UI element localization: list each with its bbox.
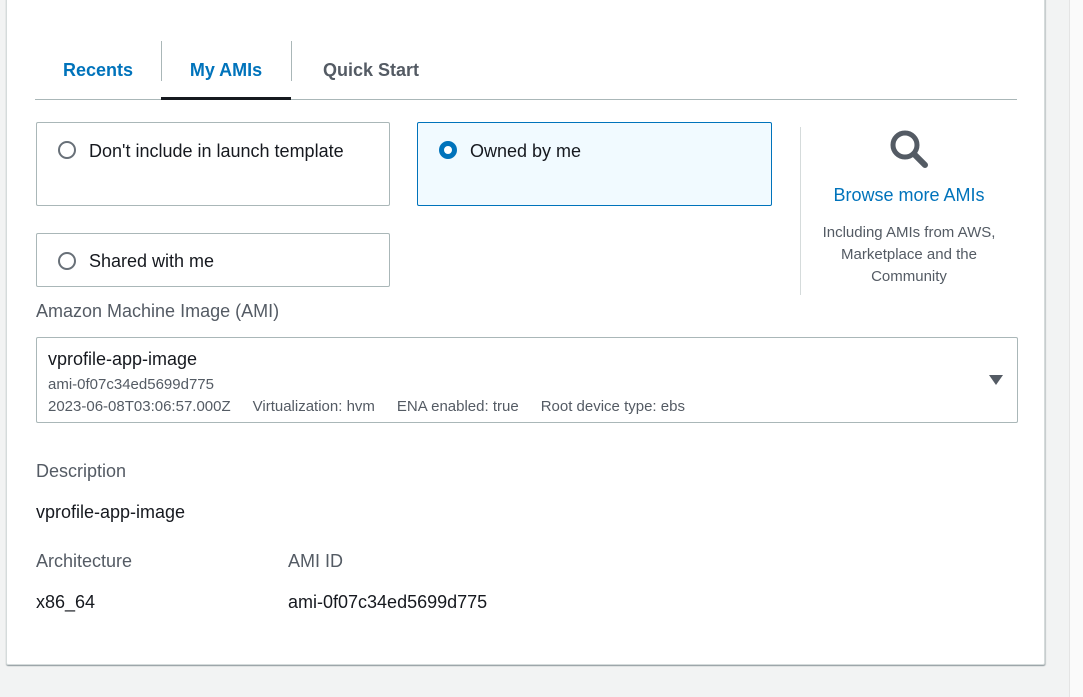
radio-label-shared-with-me: Shared with me bbox=[89, 251, 215, 271]
active-tab-indicator bbox=[161, 97, 291, 100]
browse-more-description: Including AMIs from AWS, Marketplace and… bbox=[822, 224, 996, 285]
ami-tabs: Recents My AMIs Quick Start bbox=[35, 41, 1017, 100]
browse-more-amis-section: Browse more AMIs Including AMIs from AWS… bbox=[807, 127, 1011, 288]
ami-selection-panel: Recents My AMIs Quick Start Don't includ… bbox=[6, 0, 1045, 665]
ami-id: ami-0f07c34ed5699d775 bbox=[48, 376, 214, 393]
architecture-value: x86_64 bbox=[36, 592, 96, 612]
radio-button-checked[interactable] bbox=[439, 141, 457, 159]
ami-field-label: Amazon Machine Image (AMI) bbox=[36, 301, 280, 321]
radio-label-dont-include: Don't include in launch template bbox=[89, 141, 344, 161]
ami-ena: ENA enabled: true bbox=[396, 398, 519, 415]
search-icon bbox=[890, 130, 928, 168]
caret-down-icon[interactable] bbox=[989, 375, 1003, 385]
ami-id-value: ami-0f07c34ed5699d775 bbox=[288, 592, 488, 612]
radio-tile-dont-include[interactable]: Don't include in launch template bbox=[36, 122, 390, 206]
ami-select-dropdown[interactable]: vprofile-app-image ami-0f07c34ed5699d775… bbox=[36, 337, 1018, 423]
architecture-label: Architecture bbox=[36, 551, 133, 571]
page-scrollbar[interactable] bbox=[1069, 0, 1083, 697]
ami-metadata: 2023-06-08T03:06:57.000Z Virtualization:… bbox=[48, 398, 685, 415]
description-value: vprofile-app-image bbox=[36, 502, 186, 522]
ami-id-label: AMI ID bbox=[288, 551, 344, 571]
radio-button-unchecked[interactable] bbox=[58, 141, 76, 159]
browse-more-amis-link[interactable]: Browse more AMIs bbox=[807, 185, 1011, 206]
radio-tile-owned-by-me[interactable]: Owned by me bbox=[417, 122, 772, 206]
tab-quick-start[interactable]: Quick Start bbox=[291, 41, 451, 99]
radio-label-owned-by-me: Owned by me bbox=[470, 141, 582, 161]
ami-created-date: 2023-06-08T03:06:57.000Z bbox=[48, 398, 231, 415]
description-label: Description bbox=[36, 461, 127, 481]
ami-root-device: Root device type: ebs bbox=[540, 398, 685, 415]
radio-tile-shared-with-me[interactable]: Shared with me bbox=[36, 233, 390, 287]
tab-recents[interactable]: Recents bbox=[35, 41, 161, 99]
browse-divider bbox=[800, 127, 801, 295]
tab-my-amis[interactable]: My AMIs bbox=[161, 41, 291, 99]
ami-virtualization: Virtualization: hvm bbox=[252, 398, 375, 415]
ami-name: vprofile-app-image bbox=[48, 349, 198, 369]
radio-button-unchecked[interactable] bbox=[58, 252, 76, 270]
